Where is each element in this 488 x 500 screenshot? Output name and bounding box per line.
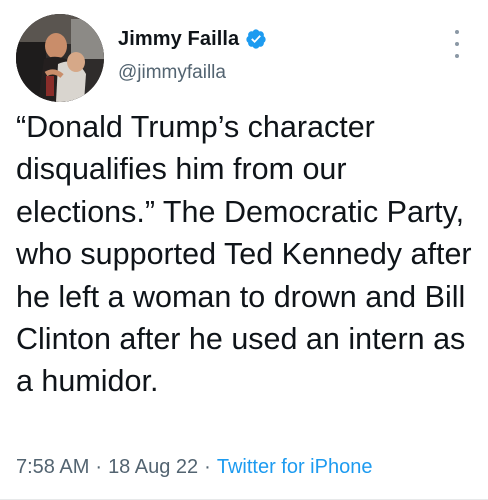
author-name-row: Jimmy Failla (118, 26, 267, 52)
meta-separator: · (204, 456, 211, 478)
verified-badge-icon (245, 28, 267, 50)
author-block[interactable]: Jimmy Failla @jimmyfailla (118, 26, 267, 84)
avatar-photo (16, 14, 104, 102)
tweet-date[interactable]: 18 Aug 22 (108, 456, 198, 478)
more-dot (455, 30, 459, 34)
tweet-text: “Donald Trump’s character disqualifies h… (16, 110, 481, 399)
more-dot (455, 42, 459, 46)
tweet-source-link[interactable]: Twitter for iPhone (217, 456, 373, 478)
meta-separator: · (95, 456, 103, 478)
more-dot (455, 54, 459, 58)
tweet-card: Jimmy Failla @jimmyfailla “Donald Trump’… (0, 0, 488, 500)
tweet-time[interactable]: 7:58 AM (16, 456, 89, 478)
author-display-name[interactable]: Jimmy Failla (118, 28, 239, 51)
more-options-icon[interactable] (454, 30, 460, 58)
avatar[interactable] (16, 14, 104, 102)
tweet-meta: 7:58 AM · 18 Aug 22 · Twitter for iPhone (16, 456, 372, 479)
author-handle[interactable]: @jimmyfailla (118, 62, 267, 84)
